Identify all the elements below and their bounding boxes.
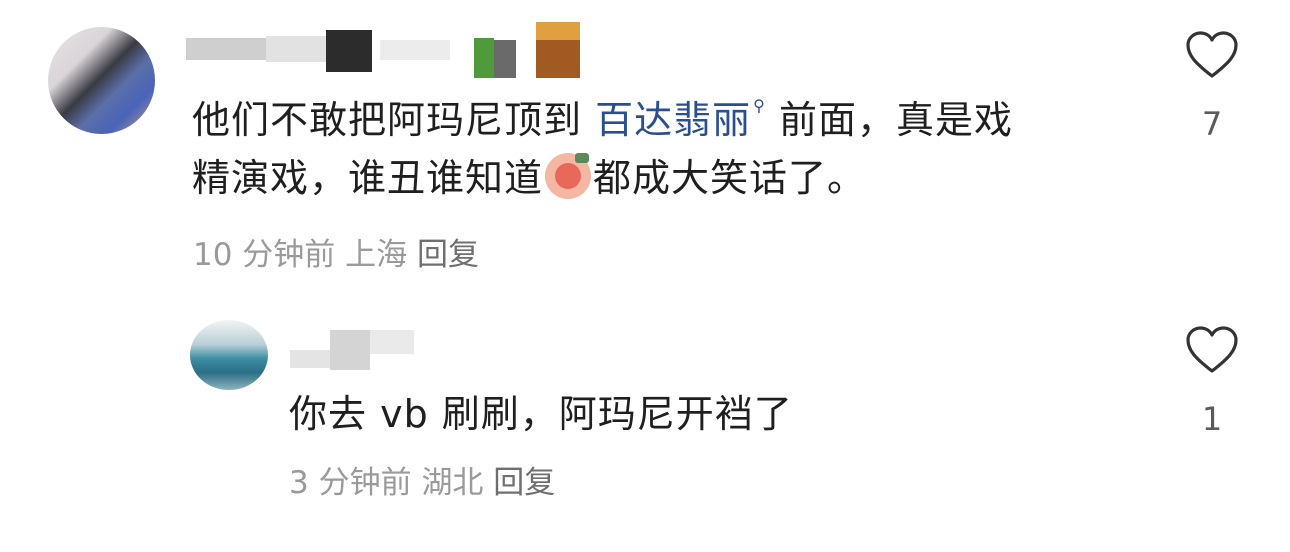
reply-text: 你去 vb 刷刷，阿玛尼开裆了: [289, 392, 793, 436]
comment-text-part: 精演戏，谁丑谁知道: [192, 156, 544, 200]
topic-label: 百达翡丽: [595, 98, 752, 142]
laugh-cry-emoji-icon: [545, 153, 592, 199]
reply-meta: 3 分钟前 湖北 回复: [289, 463, 555, 503]
like-count: 7: [1201, 105, 1223, 143]
reply-location: 湖北: [421, 465, 484, 501]
reply-time: 3 分钟前: [289, 465, 412, 501]
comment-text-part: 都成大笑话了。: [593, 156, 867, 200]
comment-time: 10 分钟前: [193, 237, 336, 273]
comment-text: 他们不敢把阿玛尼顶到 百达翡丽 ⚲ 前面，真是戏 精演戏，谁丑谁知道 都成大笑话了。: [192, 91, 1152, 207]
comment-location: 上海: [345, 237, 408, 273]
reply-button[interactable]: 回复: [493, 465, 555, 501]
comment-text-part: 他们不敢把阿玛尼顶到: [192, 98, 583, 142]
reply-button[interactable]: 回复: [417, 237, 479, 273]
like-count: 1: [1201, 400, 1223, 438]
topic-link[interactable]: 百达翡丽 ⚲: [595, 96, 766, 142]
comment-text-part: 前面，真是戏: [778, 98, 1013, 142]
like-button[interactable]: 1: [1177, 325, 1247, 439]
heart-outline-icon: [1186, 31, 1238, 78]
comment-meta: 10 分钟前 上海 回复: [193, 235, 479, 275]
heart-outline-icon: [1186, 326, 1238, 373]
avatar[interactable]: [190, 320, 268, 390]
like-button[interactable]: 7: [1177, 30, 1247, 144]
search-icon: ⚲: [753, 96, 766, 115]
avatar[interactable]: [48, 27, 155, 134]
